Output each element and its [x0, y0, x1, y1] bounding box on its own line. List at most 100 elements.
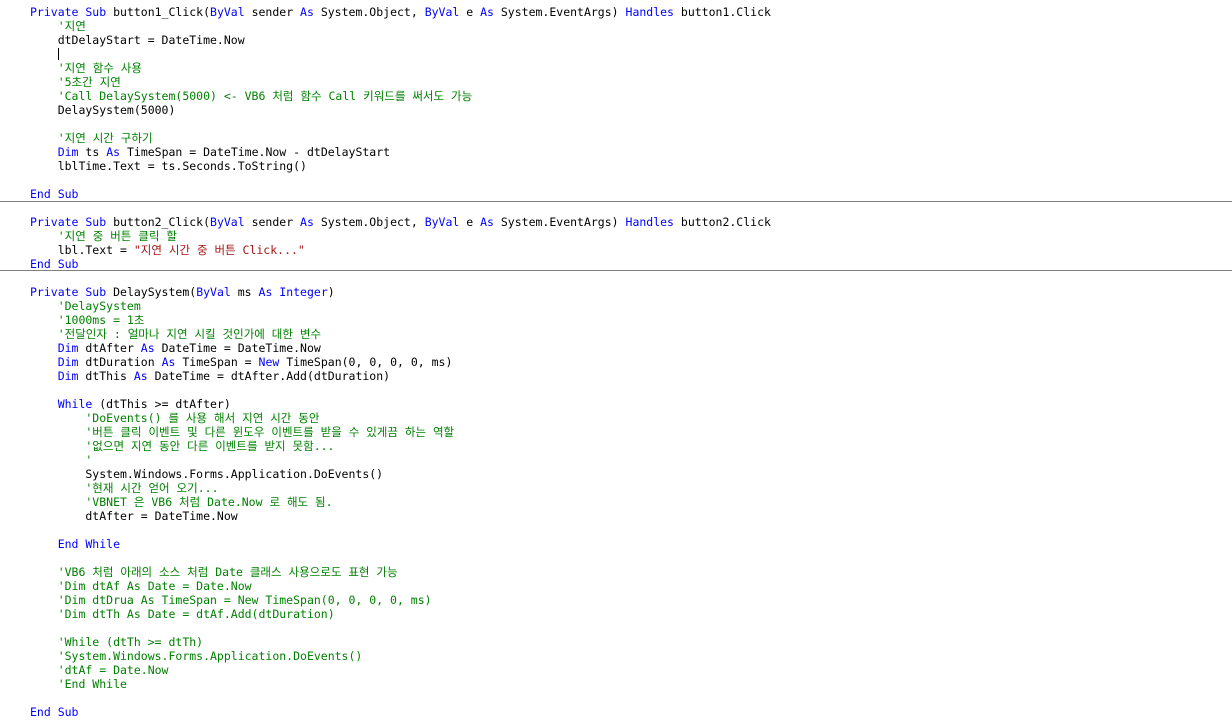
code-line[interactable]: 'Dim dtTh As Date = dtAf.Add(dtDuration)	[0, 607, 335, 621]
keyword-token: Handles	[625, 215, 674, 229]
keyword-token: Handles	[625, 5, 674, 19]
keyword-token: End Sub	[30, 187, 79, 201]
comment-token: '지연 시간 구하기	[30, 131, 153, 145]
code-line[interactable]: System.Windows.Forms.Application.DoEvent…	[0, 467, 383, 481]
code-token: System.Object,	[313, 5, 425, 19]
comment-token: '1000ms = 1초	[30, 313, 145, 327]
code-line[interactable]: 'Dim dtAf As Date = Date.Now	[0, 579, 252, 593]
code-line[interactable]: 'End While	[0, 677, 127, 691]
code-token: dtAfter	[78, 341, 141, 355]
keyword-token: End Sub	[30, 257, 79, 271]
code-token: System.Windows.Forms.Application.DoEvent…	[30, 467, 384, 481]
code-line[interactable]	[0, 47, 30, 61]
code-line[interactable]: dtAfter = DateTime.Now	[0, 509, 237, 523]
keyword-token: Dim	[57, 369, 79, 383]
code-line[interactable]: '없으면 지연 동안 다른 이벤트를 받지 못함...	[0, 439, 334, 453]
code-token: sender	[244, 5, 301, 19]
code-token: System.EventArgs)	[493, 215, 626, 229]
code-line[interactable]: '지연	[0, 19, 86, 33]
code-line[interactable]: '현재 시간 얻어 오기...	[0, 481, 219, 495]
code-line[interactable]: dtDelayStart = DateTime.Now	[0, 33, 245, 47]
code-line[interactable]: Private Sub button2_Click(ByVal sender A…	[0, 215, 771, 229]
code-line[interactable]	[0, 201, 30, 215]
code-line[interactable]	[0, 271, 30, 285]
code-line[interactable]: 'While (dtTh >= dtTh)	[0, 635, 203, 649]
code-line[interactable]	[0, 173, 30, 187]
comment-token: 'End While	[30, 677, 127, 691]
code-line[interactable]: 'dtAf = Date.Now	[0, 663, 169, 677]
code-token: button1_Click(	[113, 5, 211, 19]
code-token: button2_Click(	[113, 215, 211, 229]
code-token: button2.Click	[673, 215, 771, 229]
keyword-token: Dim	[57, 145, 79, 159]
code-line[interactable]	[0, 691, 30, 705]
code-line[interactable]	[0, 621, 30, 635]
code-line[interactable]: While (dtThis >= dtAfter)	[0, 397, 231, 411]
code-line[interactable]: Private Sub DelaySystem(ByVal ms As Inte…	[0, 285, 335, 299]
code-token: sender	[244, 215, 301, 229]
keyword-token: Dim	[57, 355, 79, 369]
comment-token: 'VBNET 은 VB6 처럼 Date.Now 로 해도 됨.	[30, 495, 333, 509]
code-line[interactable]: '1000ms = 1초	[0, 313, 145, 327]
comment-token: 'Dim dtTh As Date = dtAf.Add(dtDuration)	[30, 607, 335, 621]
keyword-token: Dim	[57, 341, 79, 355]
code-line[interactable]: 'VB6 처럼 아래의 소스 처럼 Date 클래스 사용으로도 표현 가능	[0, 565, 398, 579]
code-line[interactable]	[0, 383, 30, 397]
code-line[interactable]: 'DelaySystem	[0, 299, 141, 313]
code-line[interactable]: 'Dim dtDrua As TimeSpan = New TimeSpan(0…	[0, 593, 432, 607]
code-line[interactable]: '지연 시간 구하기	[0, 131, 153, 145]
code-line[interactable]	[0, 523, 30, 537]
code-line[interactable]: End Sub	[0, 187, 78, 201]
code-line[interactable]: '	[0, 453, 92, 467]
code-token: ts	[78, 145, 107, 159]
keyword-token: End Sub	[30, 705, 79, 719]
code-line[interactable]: '5초간 지연	[0, 75, 121, 89]
code-line[interactable]: '지연 함수 사용	[0, 61, 142, 75]
comment-token: '전달인자 : 얼마나 지연 시킬 것인가에 대한 변수	[30, 327, 322, 341]
code-token: (dtThis >= dtAfter)	[92, 397, 231, 411]
comment-token: '버튼 클릭 이벤트 및 다른 윈도우 이벤트를 받을 수 있게끔 하는 역할	[30, 425, 455, 439]
code-token: dtDuration	[78, 355, 162, 369]
keyword-token: ByVal	[424, 5, 460, 19]
code-line[interactable]: End Sub	[0, 705, 78, 719]
code-line[interactable]	[0, 551, 30, 565]
code-token: ms	[230, 285, 259, 299]
code-line[interactable]: Dim dtThis As DateTime = dtAfter.Add(dtD…	[0, 369, 390, 383]
code-line[interactable]: End Sub	[0, 257, 78, 271]
code-line[interactable]: lbl.Text = "지연 시간 중 버튼 Click..."	[0, 243, 305, 257]
code-line[interactable]: DelaySystem(5000)	[0, 103, 176, 117]
comment-token: '지연 중 버튼 클릭 할	[30, 229, 177, 243]
code-line[interactable]: 'System.Windows.Forms.Application.DoEven…	[0, 649, 363, 663]
keyword-token: Private Sub	[30, 215, 114, 229]
code-line[interactable]: lblTime.Text = ts.Seconds.ToString()	[0, 159, 307, 173]
code-line[interactable]: 'VBNET 은 VB6 처럼 Date.Now 로 해도 됨.	[0, 495, 333, 509]
code-editor[interactable]: Private Sub button1_Click( ByVal sender A…	[0, 0, 1232, 724]
code-line[interactable]: Dim ts As TimeSpan = DateTime.Now - dtDe…	[0, 145, 390, 159]
code-line[interactable]	[0, 117, 30, 131]
comment-token: '없으면 지연 동안 다른 이벤트를 받지 못함...	[30, 439, 335, 453]
code-token: DateTime = DateTime.Now	[154, 341, 321, 355]
code-line[interactable]: '전달인자 : 얼마나 지연 시킬 것인가에 대한 변수	[0, 327, 321, 341]
keyword-token: End While	[30, 537, 121, 551]
code-token: DelaySystem(	[113, 285, 197, 299]
keyword-token: New	[258, 355, 280, 369]
comment-token: 'DelaySystem	[30, 299, 141, 313]
keyword-token: As	[300, 5, 314, 19]
comment-token: 'DoEvents() 를 사용 해서 지연 시간 동안	[30, 411, 320, 425]
keyword-token: As	[106, 145, 121, 159]
comment-token: '현재 시간 얻어 오기...	[30, 481, 219, 495]
code-line[interactable]: Dim dtAfter As DateTime = DateTime.Now	[0, 341, 321, 355]
code-line[interactable]: Private Sub button1_Click(ByVal sender A…	[0, 5, 771, 19]
code-line[interactable]: End While	[0, 537, 120, 551]
keyword-token: As	[300, 215, 314, 229]
keyword-token: ByVal	[196, 285, 231, 299]
code-line[interactable]: '지연 중 버튼 클릭 할	[0, 229, 177, 243]
string-token: "지연 시간 중 버튼 Click..."	[133, 243, 305, 257]
code-line[interactable]: Dim dtDuration As TimeSpan = New TimeSpa…	[0, 355, 453, 369]
code-line[interactable]: '버튼 클릭 이벤트 및 다른 윈도우 이벤트를 받을 수 있게끔 하는 역할	[0, 425, 454, 439]
code-line[interactable]: 'Call DelaySystem(5000) <- VB6 처럼 함수 Cal…	[0, 89, 473, 103]
code-line[interactable]: 'DoEvents() 를 사용 해서 지연 시간 동안	[0, 411, 319, 425]
